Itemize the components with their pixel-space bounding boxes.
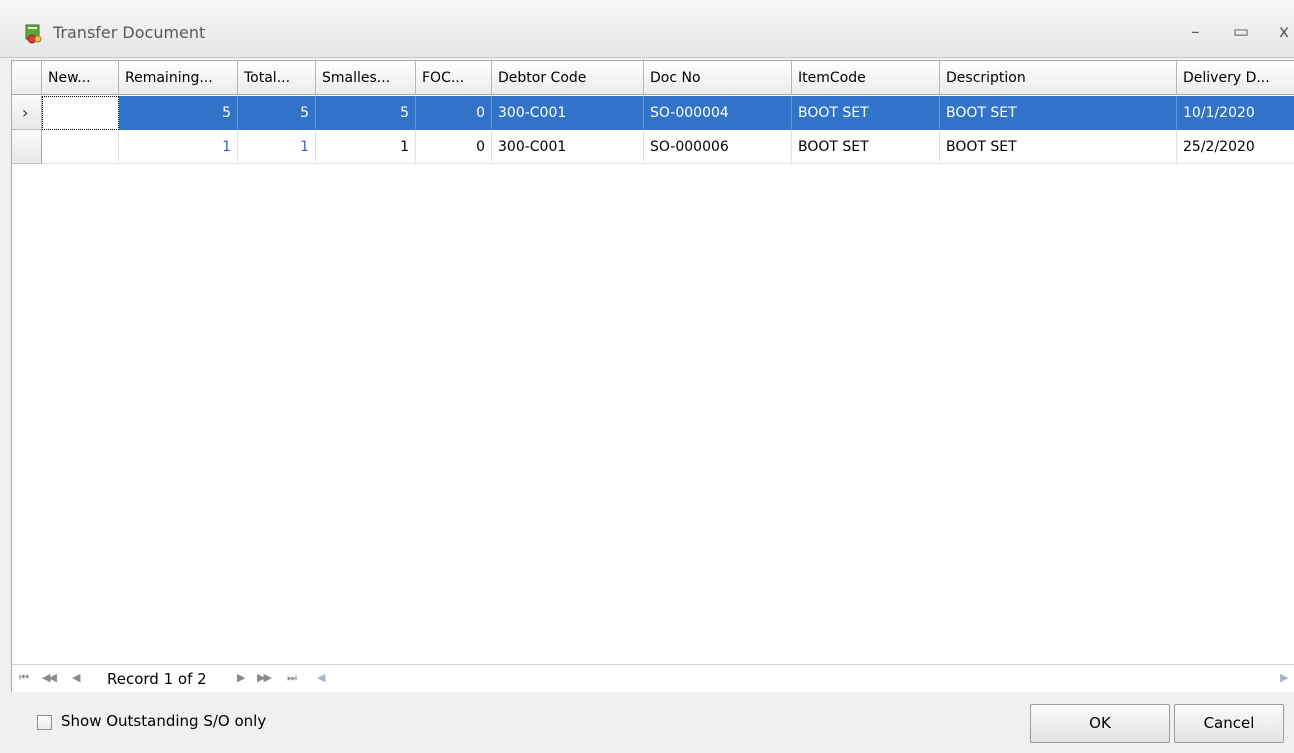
scroll-right-icon[interactable]: ▶ [1280,671,1289,684]
column-header-total[interactable]: Total... [238,61,316,95]
column-header-delivery-date[interactable]: Delivery D... [1177,61,1294,95]
first-record-icon[interactable]: ⏮ [19,671,29,685]
cell-debtor-code[interactable]: 300-C001 [492,96,644,130]
cell-delivery-date[interactable]: 25/2/2020 [1177,130,1294,164]
maximize-button[interactable]: ▭ [1233,22,1249,42]
record-navigator: ⏮ ◀◀ ◀ Record 1 of 2 ▶ ▶▶ ⏭ ◀ ▶ [11,664,1294,692]
previous-page-icon[interactable]: ◀◀ [42,671,57,684]
cell-description[interactable]: BOOT SET [940,130,1177,164]
ok-button[interactable]: OK [1030,704,1170,743]
cell-new[interactable] [42,130,119,164]
column-header-item-code[interactable]: ItemCode [792,61,940,95]
cell-remaining[interactable]: 1 [119,130,238,164]
column-header-remaining[interactable]: Remaining... [119,61,238,95]
close-button[interactable]: x [1279,22,1289,42]
table-row[interactable]: 1 1 1 0 300-C001 SO-000006 BOOT SET BOOT… [12,130,1294,164]
table-row[interactable]: › 5 5 5 0 300-C001 SO-000004 BOOT SET BO… [12,96,1294,130]
current-row-arrow-icon: › [22,103,29,122]
last-record-icon[interactable]: ⏭ [287,671,297,685]
documents-grid[interactable]: New... Remaining... Total... Smalles... … [11,60,1294,664]
cell-new[interactable] [42,96,119,130]
column-header-foc[interactable]: FOC... [416,61,492,95]
column-header-debtor-code[interactable]: Debtor Code [492,61,644,95]
column-header-new[interactable]: New... [42,61,119,95]
header-indicator-cell [12,61,42,95]
next-record-icon[interactable]: ▶ [237,671,246,684]
scroll-left-icon[interactable]: ◀ [317,671,326,684]
previous-record-icon[interactable]: ◀ [72,671,81,684]
show-outstanding-checkbox[interactable] [37,715,52,730]
cell-doc-no[interactable]: SO-000006 [644,130,792,164]
title-bar: Transfer Document – ▭ x [0,0,1294,58]
column-header-description[interactable]: Description [940,61,1177,95]
column-header-doc-no[interactable]: Doc No [644,61,792,95]
cell-delivery-date[interactable]: 10/1/2020 [1177,96,1294,130]
transfer-document-icon [25,24,42,44]
window-title: Transfer Document [53,23,206,42]
cell-item-code[interactable]: BOOT SET [792,130,940,164]
cell-total[interactable]: 1 [238,130,316,164]
cell-debtor-code[interactable]: 300-C001 [492,130,644,164]
grid-header: New... Remaining... Total... Smalles... … [12,61,1294,95]
cell-remaining[interactable]: 5 [119,96,238,130]
column-header-smallest[interactable]: Smalles... [316,61,416,95]
cell-description[interactable]: BOOT SET [940,96,1177,130]
cell-smallest[interactable]: 1 [316,130,416,164]
row-indicator[interactable] [12,130,42,164]
cell-item-code[interactable]: BOOT SET [792,96,940,130]
next-page-icon[interactable]: ▶▶ [257,671,272,684]
cell-foc[interactable]: 0 [416,96,492,130]
cell-smallest[interactable]: 5 [316,96,416,130]
cell-doc-no[interactable]: SO-000004 [644,96,792,130]
cancel-button[interactable]: Cancel [1174,704,1284,743]
record-counter: Record 1 of 2 [107,670,207,688]
cell-foc[interactable]: 0 [416,130,492,164]
row-indicator[interactable]: › [12,96,42,130]
dialog-footer: Show Outstanding S/O only OK Cancel [0,693,1294,753]
cell-total[interactable]: 5 [238,96,316,130]
minimize-button[interactable]: – [1191,22,1200,42]
show-outstanding-label[interactable]: Show Outstanding S/O only [61,712,266,730]
